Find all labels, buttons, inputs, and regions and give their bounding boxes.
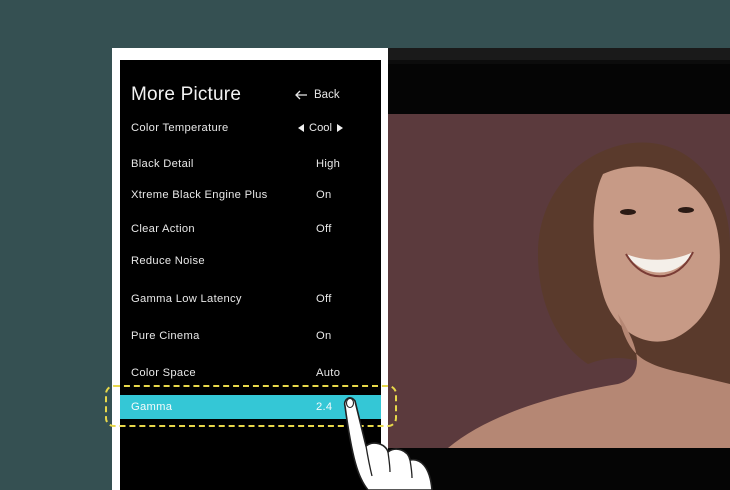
menu-item-value: Auto bbox=[316, 367, 341, 379]
arrow-left-icon[interactable] bbox=[298, 124, 304, 132]
menu-item-label: Color Space bbox=[131, 367, 196, 379]
menu-item-pure-cinema[interactable]: Pure Cinema On bbox=[120, 324, 381, 348]
menu-item-color-temperature[interactable]: Color Temperature Cool bbox=[120, 116, 381, 140]
menu-item-label: Pure Cinema bbox=[131, 330, 200, 342]
menu-title: More Picture bbox=[131, 84, 242, 105]
pointing-hand-icon bbox=[328, 388, 458, 490]
arrow-right-icon[interactable] bbox=[337, 124, 344, 132]
menu-item-color-space[interactable]: Color Space Auto bbox=[120, 361, 381, 385]
menu-item-value: Cool bbox=[309, 122, 333, 134]
menu-item-label: Clear Action bbox=[131, 223, 195, 235]
menu-item-value: Off bbox=[316, 223, 332, 235]
back-label: Back bbox=[314, 89, 340, 101]
menu-item-clear-action[interactable]: Clear Action Off bbox=[120, 217, 381, 241]
menu-item-value: On bbox=[316, 330, 332, 342]
arrow-left-icon bbox=[295, 90, 307, 100]
menu-item-label: Reduce Noise bbox=[131, 255, 205, 267]
tv-top-strip bbox=[388, 48, 730, 60]
tv-top-strip-shadow bbox=[388, 60, 730, 64]
menu-item-value: On bbox=[316, 189, 332, 201]
menu-item-label: Black Detail bbox=[131, 158, 194, 170]
menu-item-label: Gamma Low Latency bbox=[131, 293, 242, 305]
color-temperature-selector[interactable]: Cool bbox=[298, 122, 344, 134]
menu-item-reduce-noise[interactable]: Reduce Noise bbox=[120, 249, 381, 273]
menu-item-xtreme-black-engine-plus[interactable]: Xtreme Black Engine Plus On bbox=[120, 183, 381, 207]
menu-item-value: Off bbox=[316, 293, 332, 305]
menu-item-black-detail[interactable]: Black Detail High bbox=[120, 152, 381, 176]
back-button[interactable]: Back bbox=[294, 89, 340, 101]
menu-item-value: High bbox=[316, 158, 341, 170]
menu-item-label: Color Temperature bbox=[131, 122, 229, 134]
menu-item-gamma-low-latency[interactable]: Gamma Low Latency Off bbox=[120, 287, 381, 311]
menu-item-label: Xtreme Black Engine Plus bbox=[131, 189, 268, 201]
